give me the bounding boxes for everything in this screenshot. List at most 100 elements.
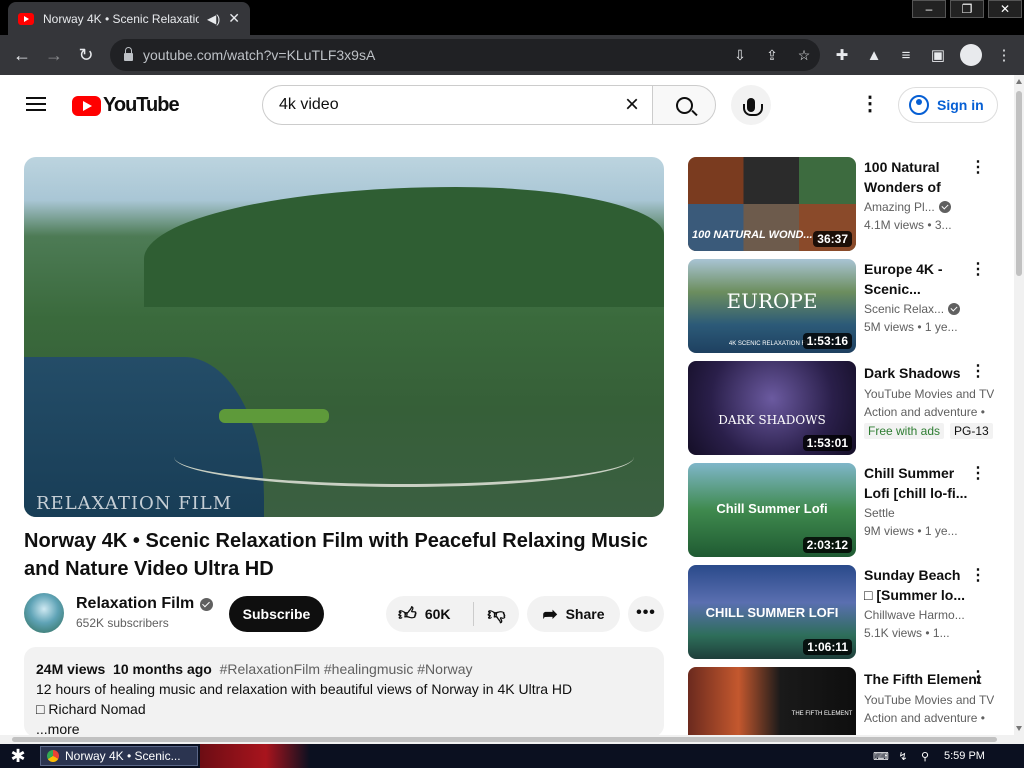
related-channel: Amazing Pl... xyxy=(864,200,968,214)
search-input[interactable]: 4k video × xyxy=(262,85,652,125)
video-watermark: RELAXATION FILM xyxy=(36,493,233,514)
more-vert-icon[interactable]: ⋮ xyxy=(968,465,988,483)
menu-icon[interactable] xyxy=(26,97,46,111)
horizontal-scrollbar[interactable] xyxy=(0,735,1024,744)
forward-icon[interactable]: → xyxy=(38,45,70,66)
related-thumbnail[interactable]: Chill Summer Lofi 2:03:12 xyxy=(688,463,856,557)
related-channel-name: Amazing Pl... xyxy=(864,200,935,214)
mic-icon xyxy=(743,98,763,116)
related-thumbnail[interactable]: THE FIFTH ELEMENT xyxy=(688,667,856,737)
network-icon[interactable]: ↯ xyxy=(892,750,914,763)
related-meta: Action and adventure • xyxy=(864,711,985,725)
video-duration: 1:53:16 xyxy=(802,333,852,349)
related-video-item[interactable]: EUROPE 4K SCENIC RELAXATION FILM 1:53:16… xyxy=(688,259,1008,353)
more-vert-icon[interactable]: ⋮ xyxy=(968,669,988,687)
view-count: 24M views xyxy=(36,661,106,677)
close-window-button[interactable]: ✕ xyxy=(988,0,1022,18)
reading-list-icon[interactable]: ≡ xyxy=(890,47,922,64)
search-tray-icon[interactable]: ⚲ xyxy=(914,750,936,763)
install-app-icon[interactable]: ⇩ xyxy=(724,47,756,64)
chrome-icon xyxy=(47,750,59,762)
related-thumbnail[interactable]: DARK SHADOWS 1:53:01 xyxy=(688,361,856,455)
extensions-icon[interactable]: ✚ xyxy=(826,46,858,64)
video-duration: 1:53:01 xyxy=(802,435,852,451)
channel-name-link[interactable]: Relaxation Film xyxy=(76,595,214,613)
taskbar-chrome-task[interactable]: Norway 4K • Scenic... xyxy=(40,746,198,766)
thumb-overlay-text: THE FIFTH ELEMENT xyxy=(791,711,853,717)
scrollbar-thumb[interactable] xyxy=(1016,91,1022,276)
search-icon xyxy=(675,96,693,114)
related-video-item[interactable]: 100 NATURAL WOND... 36:37 100 Natural Wo… xyxy=(688,157,1008,251)
related-thumbnail[interactable]: EUROPE 4K SCENIC RELAXATION FILM 1:53:16 xyxy=(688,259,856,353)
share-button[interactable]: ➦ Share xyxy=(527,596,620,632)
related-channel-name: Chillwave Harmo... xyxy=(864,608,965,622)
side-panel-icon[interactable]: ▣ xyxy=(922,46,954,64)
keyboard-icon[interactable]: ⌨ xyxy=(870,750,892,763)
audio-playing-icon[interactable]: ◀) xyxy=(207,12,220,26)
start-menu-icon[interactable]: ✱ xyxy=(0,746,36,767)
search-query[interactable]: 4k video xyxy=(279,96,612,114)
clear-search-icon[interactable]: × xyxy=(612,91,652,119)
browser-menu-icon[interactable]: ⋮ xyxy=(988,46,1020,64)
reload-icon[interactable]: ↻ xyxy=(70,45,102,66)
related-video-item[interactable]: Chill Summer Lofi 2:03:12 Chill Summer L… xyxy=(688,463,1008,557)
related-title: Europe 4K - Scenic... xyxy=(864,261,943,297)
scroll-down-arrow-icon[interactable] xyxy=(1016,726,1022,731)
channel-name[interactable]: Relaxation Film xyxy=(76,595,194,613)
verified-icon xyxy=(938,201,951,213)
more-vert-icon[interactable]: ⋮ xyxy=(968,567,988,585)
share-icon: ➦ xyxy=(542,603,558,624)
system-tray: ⌨ ↯ ⚲ 5:59 PM xyxy=(870,744,985,768)
more-vert-icon[interactable]: ⋮ xyxy=(968,261,988,279)
youtube-play-logo-icon xyxy=(72,95,101,116)
related-title: 100 Natural Wonders of th... xyxy=(864,159,941,195)
profile-avatar-icon[interactable] xyxy=(960,44,982,66)
restore-button[interactable]: ❐ xyxy=(950,0,984,18)
tab-close-icon[interactable]: ✕ xyxy=(228,10,240,27)
youtube-logo[interactable]: YouTube xyxy=(72,94,180,117)
browser-tab[interactable]: Norway 4K • Scenic Relaxation ◀) ✕ xyxy=(8,2,250,35)
address-bar[interactable]: youtube.com/watch?v=KLuTLF3x9sA ⇩ ⇪ ☆ xyxy=(110,39,820,71)
channel-avatar[interactable] xyxy=(24,593,64,633)
related-thumbnail[interactable]: CHILL SUMMER LOFI 1:06:11 xyxy=(688,565,856,659)
subscriber-count: 652K subscribers xyxy=(76,616,169,630)
bookmark-star-icon[interactable]: ☆ xyxy=(788,47,820,64)
os-taskbar: ✱ Norway 4K • Scenic... ⌨ ↯ ⚲ 5:59 PM xyxy=(0,744,1024,768)
description-line-1: 12 hours of healing music and relaxation… xyxy=(36,681,573,697)
vertical-scrollbar[interactable] xyxy=(1014,75,1024,735)
related-thumbnail[interactable]: 100 NATURAL WOND... 36:37 xyxy=(688,157,856,251)
more-vert-icon[interactable]: ⋮ xyxy=(968,363,988,381)
dislike-button[interactable]: 👎︎ xyxy=(474,603,519,625)
related-video-item[interactable]: THE FIFTH ELEMENT The Fifth Element YouT… xyxy=(688,667,1008,737)
more-actions-button[interactable]: ••• xyxy=(628,596,664,632)
search-button[interactable] xyxy=(652,85,716,125)
like-button[interactable]: 👍︎ 60K xyxy=(386,602,474,626)
share-page-icon[interactable]: ⇪ xyxy=(756,47,788,64)
scroll-up-arrow-icon[interactable] xyxy=(1016,79,1022,84)
related-video-item[interactable]: CHILL SUMMER LOFI 1:06:11 Sunday Beach □… xyxy=(688,565,1008,659)
hashtags[interactable]: #RelaxationFilm #healingmusic #Norway xyxy=(220,661,473,677)
back-icon[interactable]: ← xyxy=(6,45,38,66)
lock-icon[interactable] xyxy=(124,47,133,61)
taskbar-clock[interactable]: 5:59 PM xyxy=(944,750,985,762)
sign-in-button[interactable]: Sign in xyxy=(898,87,998,123)
minimize-button[interactable]: – xyxy=(912,0,946,18)
url-text[interactable]: youtube.com/watch?v=KLuTLF3x9sA xyxy=(143,47,724,63)
description-box[interactable]: 24M views 10 months ago #RelaxationFilm … xyxy=(24,647,664,737)
related-video-item[interactable]: DARK SHADOWS 1:53:01 Dark Shadows YouTub… xyxy=(688,361,1008,455)
settings-more-icon[interactable]: ⋮ xyxy=(858,94,882,114)
browser-tools: ✚ ▲ ≡ ▣ ⋮ xyxy=(826,35,1020,75)
scrollbar-thumb[interactable] xyxy=(12,737,997,742)
video-player[interactable]: RELAXATION FILM xyxy=(24,157,664,517)
description-meta: 24M views 10 months ago #RelaxationFilm … xyxy=(36,659,652,679)
taskbar-accent xyxy=(200,744,310,768)
subscribe-button[interactable]: Subscribe xyxy=(229,596,324,632)
video-owner-row: Relaxation Film 652K subscribers Subscri… xyxy=(24,593,664,633)
video-duration: 2:03:12 xyxy=(802,537,852,553)
more-vert-icon[interactable]: ⋮ xyxy=(968,159,988,177)
lab-flask-icon[interactable]: ▲ xyxy=(858,47,890,64)
verified-icon xyxy=(200,597,214,611)
logo-text: YouTube xyxy=(103,94,180,116)
voice-search-button[interactable] xyxy=(731,85,771,125)
free-with-ads-badge: Free with ads xyxy=(864,423,945,439)
